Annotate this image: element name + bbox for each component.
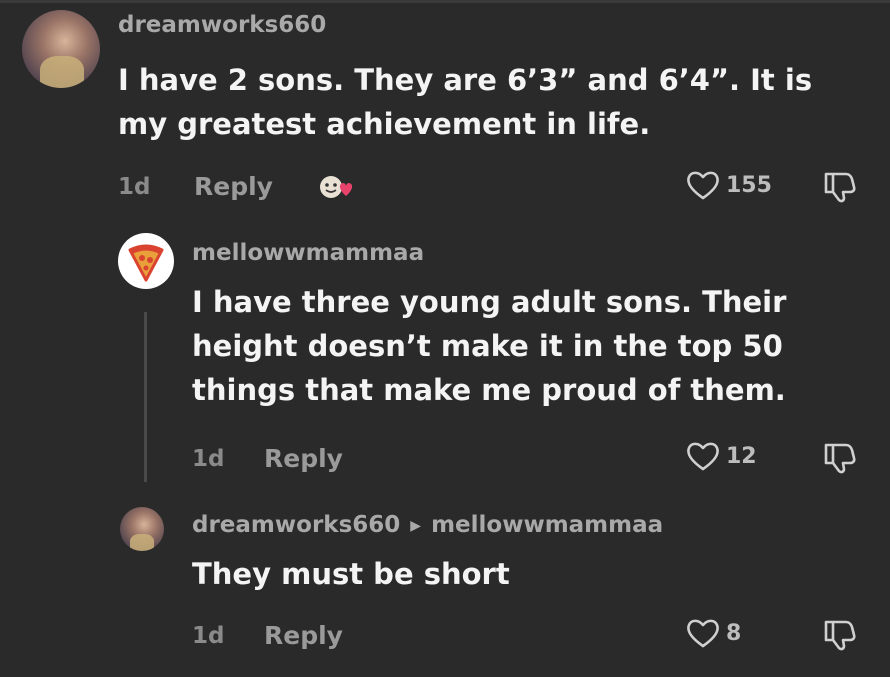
heart-icon: [687, 171, 719, 200]
comment-line: height doesn’t make it in the top 50: [192, 329, 783, 363]
comment-time: 1d: [192, 446, 225, 472]
username[interactable]: dreamworks660: [192, 512, 400, 538]
reply-button[interactable]: Reply: [264, 444, 343, 473]
top-divider: [0, 0, 890, 3]
comment-line: I have three young adult sons. Their: [192, 285, 787, 319]
thumbs-down-icon[interactable]: [822, 618, 858, 656]
like-count: 12: [726, 443, 757, 469]
like-button[interactable]: 8: [686, 618, 741, 648]
username[interactable]: dreamworks660: [118, 12, 326, 38]
thumbs-down-icon[interactable]: [822, 170, 858, 208]
comment-time: 1d: [192, 623, 225, 649]
comment-line: I have 2 sons. They are 6’3” and 6’4”. I…: [118, 63, 813, 97]
like-button[interactable]: 12: [686, 441, 757, 471]
reply-to-username[interactable]: mellowwmammaa: [431, 512, 663, 538]
comment-time: 1d: [118, 174, 151, 200]
thumbs-down-icon[interactable]: [822, 441, 858, 479]
username[interactable]: mellowwmammaa: [192, 240, 424, 266]
comment-text: They must be short: [192, 552, 510, 596]
avatar[interactable]: [118, 233, 174, 289]
comment-line: things that make me proud of them.: [192, 373, 786, 407]
heart-icon: [687, 442, 719, 471]
comment-line: my greatest achievement in life.: [118, 107, 651, 141]
smiling-face-sticker-icon: [316, 170, 356, 204]
reply-button[interactable]: Reply: [194, 172, 273, 201]
like-count: 155: [726, 172, 772, 198]
right-triangle-icon: ▶: [410, 518, 422, 534]
comment-text: I have three young adult sons. Their hei…: [192, 280, 786, 412]
thread-line: [144, 312, 147, 482]
reply-header: dreamworks660 ▶ mellowwmammaa: [192, 512, 663, 538]
reply-button[interactable]: Reply: [264, 621, 343, 650]
avatar[interactable]: [22, 10, 100, 88]
comment-text: I have 2 sons. They are 6’3” and 6’4”. I…: [118, 58, 812, 146]
comment-line: They must be short: [192, 557, 510, 591]
heart-icon: [687, 619, 719, 648]
like-count: 8: [726, 620, 742, 646]
avatar[interactable]: [120, 507, 164, 551]
like-button[interactable]: 155: [686, 170, 772, 200]
